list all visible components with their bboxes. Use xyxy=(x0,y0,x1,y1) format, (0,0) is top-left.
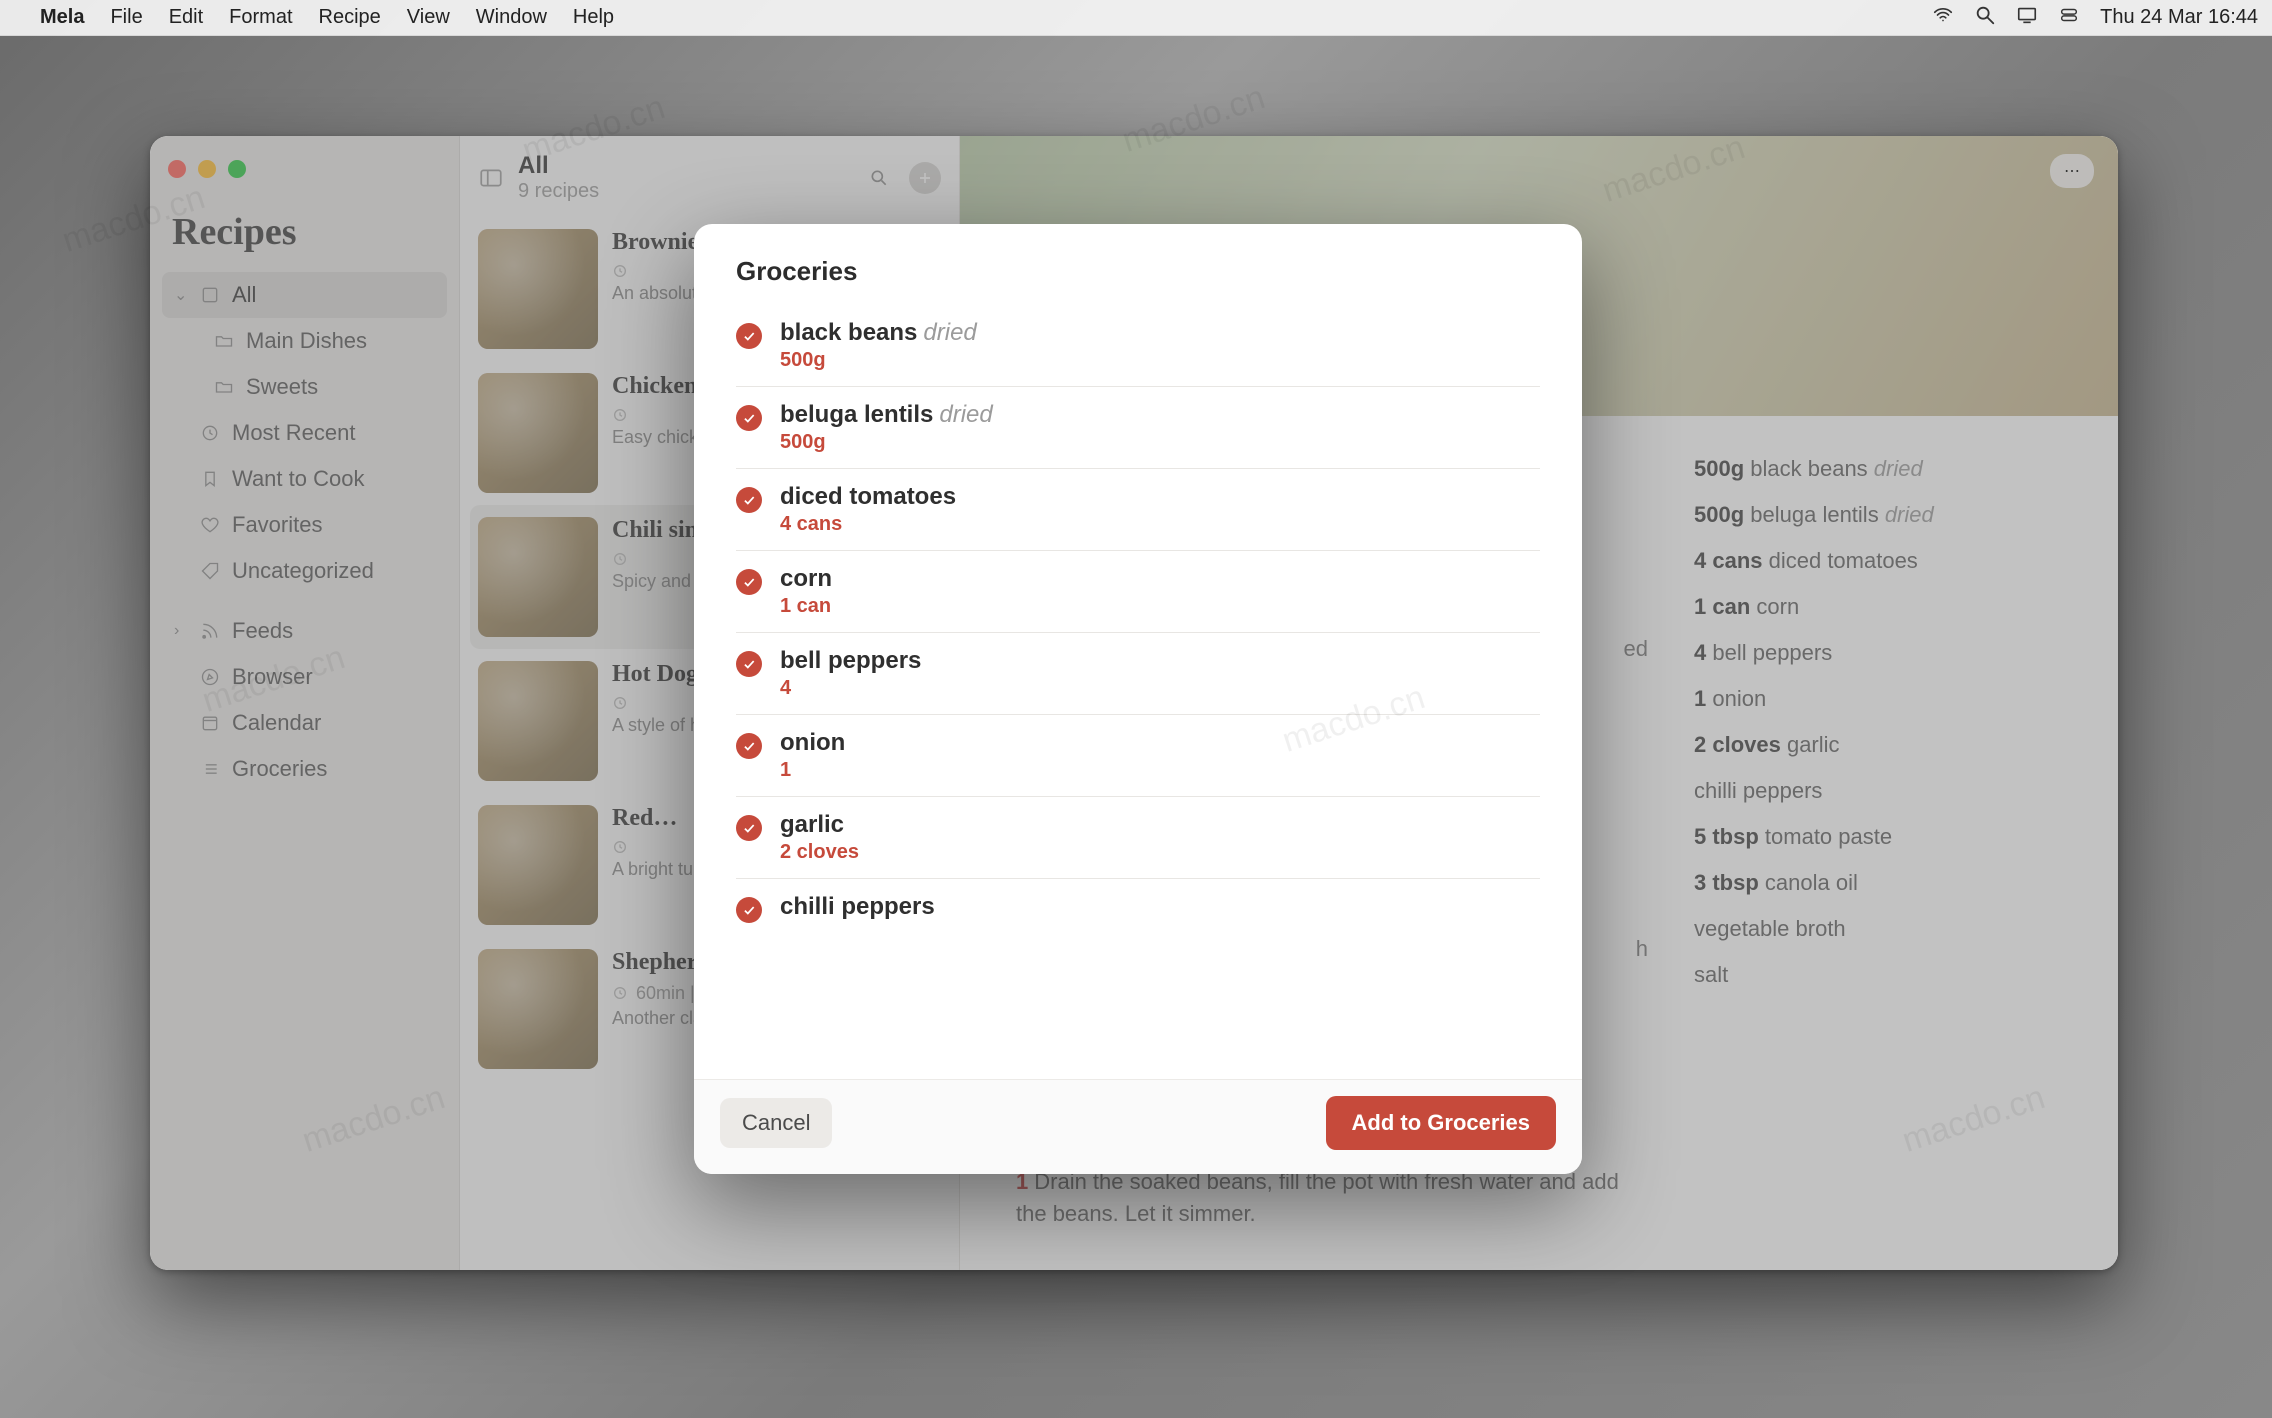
cancel-button[interactable]: Cancel xyxy=(720,1098,832,1148)
grocery-item[interactable]: chilli peppers xyxy=(736,879,1540,937)
grocery-amount: 1 can xyxy=(780,595,832,618)
grocery-item[interactable]: diced tomatoes 4 cans xyxy=(736,469,1540,551)
checkmark-icon[interactable] xyxy=(736,323,762,349)
checkmark-icon[interactable] xyxy=(736,815,762,841)
menubar-clock[interactable]: Thu 24 Mar 16:44 xyxy=(2100,6,2258,29)
grocery-name: bell peppers xyxy=(780,647,921,674)
grocery-amount: 4 cans xyxy=(780,513,956,536)
groceries-modal: Groceries black beansdried 500g beluga l… xyxy=(694,224,1582,1174)
grocery-amount: 4 xyxy=(780,677,921,700)
display-icon[interactable] xyxy=(2016,4,2038,32)
menu-edit[interactable]: Edit xyxy=(169,6,203,29)
groceries-list[interactable]: black beansdried 500g beluga lentilsdrie… xyxy=(694,299,1582,1079)
checkmark-icon[interactable] xyxy=(736,897,762,923)
menu-help[interactable]: Help xyxy=(573,6,614,29)
grocery-item[interactable]: bell peppers 4 xyxy=(736,633,1540,715)
grocery-item[interactable]: corn 1 can xyxy=(736,551,1540,633)
grocery-amount: 500g xyxy=(780,349,977,372)
app-name[interactable]: Mela xyxy=(40,6,84,29)
grocery-name: beluga lentils xyxy=(780,401,933,428)
checkmark-icon[interactable] xyxy=(736,569,762,595)
grocery-name: black beans xyxy=(780,319,917,346)
grocery-amount: 2 cloves xyxy=(780,841,859,864)
macos-menubar: Mela File Edit Format Recipe View Window… xyxy=(0,0,2272,36)
menu-window[interactable]: Window xyxy=(476,6,547,29)
grocery-name: diced tomatoes xyxy=(780,483,956,510)
grocery-amount: 500g xyxy=(780,431,993,454)
grocery-name: onion xyxy=(780,729,845,756)
modal-title: Groceries xyxy=(694,224,1582,299)
grocery-note: dried xyxy=(939,401,992,428)
menu-format[interactable]: Format xyxy=(229,6,292,29)
grocery-name: corn xyxy=(780,565,832,592)
menu-file[interactable]: File xyxy=(110,6,142,29)
grocery-amount: 1 xyxy=(780,759,845,782)
menu-view[interactable]: View xyxy=(407,6,450,29)
spotlight-icon[interactable] xyxy=(1974,4,1996,32)
control-center-icon[interactable] xyxy=(2058,4,2080,32)
checkmark-icon[interactable] xyxy=(736,651,762,677)
grocery-item[interactable]: onion 1 xyxy=(736,715,1540,797)
grocery-item[interactable]: garlic 2 cloves xyxy=(736,797,1540,879)
grocery-item[interactable]: black beansdried 500g xyxy=(736,305,1540,387)
add-to-groceries-button[interactable]: Add to Groceries xyxy=(1326,1096,1556,1150)
modal-footer: Cancel Add to Groceries xyxy=(694,1079,1582,1174)
checkmark-icon[interactable] xyxy=(736,733,762,759)
checkmark-icon[interactable] xyxy=(736,405,762,431)
grocery-item[interactable]: beluga lentilsdried 500g xyxy=(736,387,1540,469)
wifi-icon[interactable] xyxy=(1932,4,1954,32)
grocery-name: chilli peppers xyxy=(780,893,935,920)
grocery-name: garlic xyxy=(780,811,844,838)
checkmark-icon[interactable] xyxy=(736,487,762,513)
menu-recipe[interactable]: Recipe xyxy=(319,6,381,29)
grocery-note: dried xyxy=(923,319,976,346)
